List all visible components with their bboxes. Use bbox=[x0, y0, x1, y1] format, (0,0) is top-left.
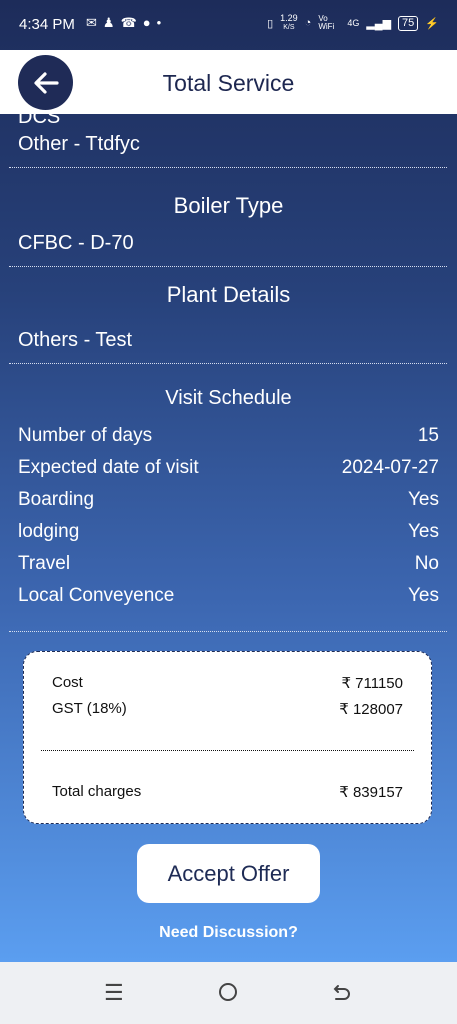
speed-indicator: 1.29 K/S bbox=[280, 13, 298, 32]
plant-details-title: Plant Details bbox=[166, 282, 291, 307]
plant-details-value: Others - Test bbox=[18, 329, 133, 351]
accept-offer-button[interactable]: Accept Offer bbox=[137, 844, 320, 903]
mail-icon: ✉ bbox=[86, 15, 103, 30]
back-icon[interactable] bbox=[332, 982, 352, 1008]
divider bbox=[9, 631, 447, 632]
vibrate-icon: ▯ bbox=[267, 17, 274, 30]
signal-icon: ▂▄▆ bbox=[366, 17, 392, 30]
charges-divider bbox=[41, 750, 414, 751]
list-item: Number of days 15 bbox=[18, 425, 439, 446]
status-time: 4:34 PM bbox=[19, 16, 75, 33]
dot-icon: • bbox=[156, 15, 168, 30]
total-row: Total charges ₹ 839157 bbox=[52, 783, 403, 801]
list-item: Local Conveyence Yes bbox=[18, 585, 439, 606]
chat-icon: ● bbox=[142, 15, 157, 30]
arrow-left-icon bbox=[33, 71, 59, 94]
network-label: 4G bbox=[347, 18, 360, 28]
gst-row: GST (18%) ₹ 128007 bbox=[52, 700, 403, 718]
boiler-type-value: CFBC - D-70 bbox=[18, 232, 134, 254]
battery-icon: 75 bbox=[398, 15, 419, 31]
back-button[interactable] bbox=[18, 55, 73, 110]
status-bar: 4:34 PM ✉♟☎●• ▯ 1.29 K/S ◔ Vo WiFi 4G ▂▄… bbox=[0, 0, 457, 50]
volte-label: Vo WiFi bbox=[318, 14, 335, 31]
divider bbox=[9, 363, 447, 364]
list-item: Expected date of visit 2024-07-27 bbox=[18, 457, 439, 478]
visit-schedule-title: Visit Schedule bbox=[165, 387, 292, 409]
app-screen: 4:34 PM ✉♟☎●• ▯ 1.29 K/S ◔ Vo WiFi 4G ▂▄… bbox=[0, 0, 457, 962]
divider bbox=[9, 266, 447, 267]
dcs-value: Other - Ttdfyc bbox=[18, 133, 140, 155]
charges-card: Cost ₹ 711150 GST (18%) ₹ 128007 Total cha… bbox=[23, 651, 432, 824]
menu-icon[interactable]: ☰ bbox=[104, 980, 124, 1006]
list-item: Travel No bbox=[18, 553, 439, 574]
divider bbox=[9, 167, 447, 168]
person-icon: ♟ bbox=[102, 15, 121, 30]
missed-call-icon: ☎ bbox=[120, 15, 143, 30]
list-item: Boarding Yes bbox=[18, 489, 439, 510]
cost-row: Cost ₹ 711150 bbox=[52, 674, 403, 692]
boiler-type-title: Boiler Type bbox=[173, 193, 284, 218]
notification-icons: ✉♟☎●• bbox=[86, 15, 167, 31]
system-nav-bar: ☰ bbox=[0, 962, 457, 1024]
home-circle-icon[interactable] bbox=[218, 982, 238, 1008]
wifi-icon: ◔ bbox=[304, 17, 312, 29]
need-discussion-link[interactable]: Need Discussion? bbox=[0, 924, 457, 942]
status-right: ▯ 1.29 K/S ◔ Vo WiFi 4G ▂▄▆ 75 ⚡ bbox=[267, 14, 439, 32]
charging-icon: ⚡ bbox=[425, 17, 439, 30]
list-item: lodging Yes bbox=[18, 521, 439, 542]
